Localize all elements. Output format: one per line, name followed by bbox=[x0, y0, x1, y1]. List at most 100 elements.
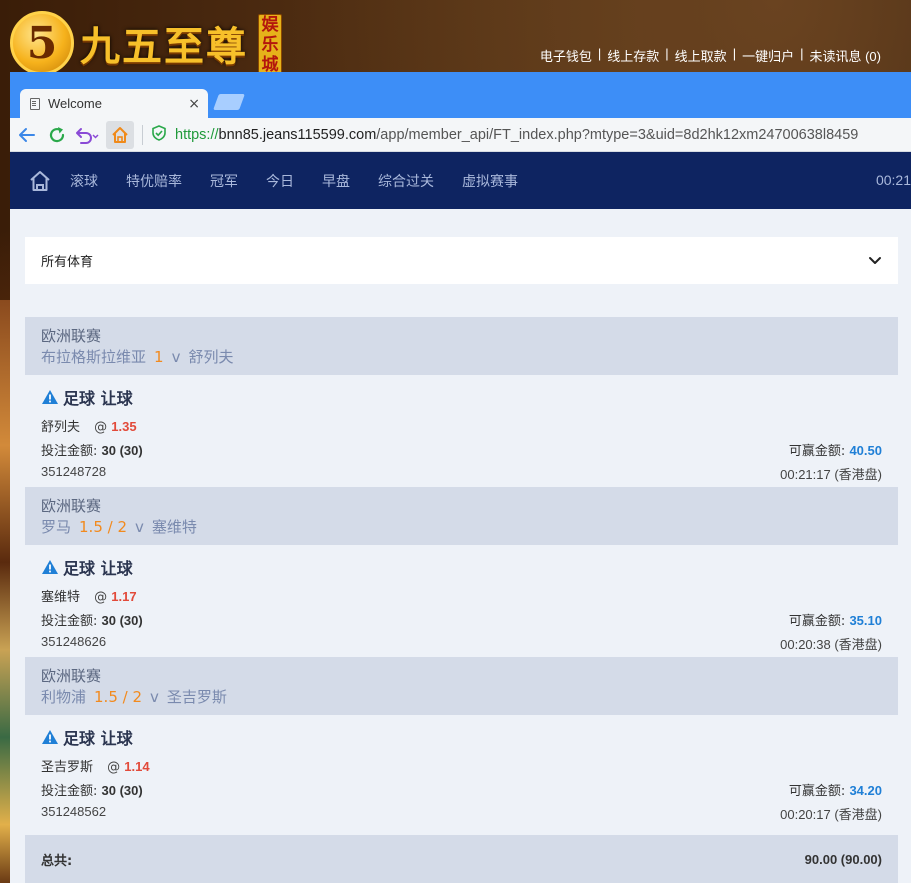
url-input[interactable]: https://bnn85.jeans115599.com/app/member… bbox=[175, 127, 911, 143]
bet-type: 足球 让球 bbox=[41, 555, 133, 579]
nav-item-enhanced-odds[interactable]: 特优赔率 bbox=[126, 171, 182, 191]
away-team: 圣吉罗斯 bbox=[166, 688, 227, 706]
side-banner-image bbox=[0, 300, 10, 883]
new-tab-button[interactable] bbox=[213, 94, 245, 110]
stake-line: 投注金额: 30 (30) bbox=[41, 440, 143, 459]
site-top-links: 电子钱包 | 线上存款 | 线上取款 | 一键归户 | 未读讯息 (0) bbox=[540, 46, 881, 65]
chevron-down-icon bbox=[869, 256, 881, 264]
stake-label: 投注金额: bbox=[41, 444, 98, 459]
stake-line: 投注金额: 30 (30) bbox=[41, 610, 143, 629]
stake-value: 30 (30) bbox=[101, 613, 143, 628]
link-e-wallet[interactable]: 电子钱包 bbox=[540, 46, 592, 65]
shield-check-icon[interactable] bbox=[151, 124, 167, 145]
nav-home-button[interactable] bbox=[10, 152, 70, 209]
close-icon[interactable]: × bbox=[188, 96, 200, 112]
match-line: 罗马 1.5 / 2 v 塞维特 bbox=[41, 516, 882, 538]
site-logo[interactable]: 5 九五至尊 娱乐城 bbox=[10, 10, 282, 76]
bet-type: 足球 让球 bbox=[41, 725, 133, 749]
pick-team: 塞维特 bbox=[41, 590, 81, 605]
at-sign: @ bbox=[94, 590, 108, 605]
bet-time: 00:20:38 (香港盘) bbox=[780, 637, 882, 652]
back-button[interactable] bbox=[14, 122, 40, 148]
ticket-id: 351248626 bbox=[41, 634, 107, 649]
nav-item-parlay[interactable]: 综合过关 bbox=[378, 171, 434, 191]
handicap: 1.5 / 2 bbox=[94, 688, 143, 706]
bet-type-label: 足球 让球 bbox=[63, 389, 133, 408]
league-name: 欧洲联赛 bbox=[41, 667, 102, 685]
versus: v bbox=[171, 348, 181, 366]
versus: v bbox=[135, 518, 144, 536]
clock: 00:21 bbox=[875, 172, 911, 188]
bet-details: 足球 让球 舒列夫 @ 1.35 投注金额: 30 (30) 351248728… bbox=[25, 375, 898, 487]
browser-window: Welcome × https://bnn85.jeans115599.com/… bbox=[10, 72, 911, 883]
nav-item-early[interactable]: 早盘 bbox=[322, 171, 350, 191]
link-unread-messages[interactable]: 未读讯息 (0) bbox=[809, 46, 881, 65]
address-bar: https://bnn85.jeans115599.com/app/member… bbox=[10, 118, 911, 152]
logo-text: 九五至尊 bbox=[80, 23, 248, 70]
total-bar: 总共: 90.00 (90.00) bbox=[25, 835, 898, 883]
pick-line: 舒列夫 @ 1.35 bbox=[41, 416, 137, 435]
nav-item-virtual[interactable]: 虚拟赛事 bbox=[462, 171, 518, 191]
link-one-click-transfer[interactable]: 一键归户 bbox=[742, 46, 794, 65]
sport-select[interactable]: 所有体育 bbox=[25, 237, 898, 284]
away-team: 塞维特 bbox=[151, 518, 197, 536]
total-label: 总共: bbox=[41, 853, 73, 869]
warning-icon bbox=[42, 730, 58, 744]
home-team: 罗马 bbox=[41, 518, 72, 536]
bet-match-header: 欧洲联赛 利物浦 1.5 / 2 v 圣吉罗斯 bbox=[25, 657, 898, 715]
sport-select-value: 所有体育 bbox=[41, 255, 94, 270]
reload-button[interactable] bbox=[44, 122, 70, 148]
win-label: 可赢金额: bbox=[788, 444, 846, 459]
undo-icon bbox=[76, 127, 99, 144]
nav-item-inplay[interactable]: 滚球 bbox=[70, 171, 98, 191]
main-nav: 滚球 特优赔率 冠军 今日 早盘 综合过关 虚拟赛事 00:21 bbox=[10, 152, 911, 209]
separator: | bbox=[597, 46, 602, 61]
handicap: 1.5 / 2 bbox=[79, 518, 128, 536]
bet-match-header: 欧洲联赛 布拉格斯拉维亚 1 v 舒列夫 bbox=[25, 317, 898, 375]
pick-team: 舒列夫 bbox=[41, 420, 81, 435]
nav-item-today[interactable]: 今日 bbox=[266, 171, 294, 191]
warning-icon bbox=[42, 560, 58, 574]
handicap: 1 bbox=[154, 348, 164, 366]
away-team: 舒列夫 bbox=[188, 348, 234, 366]
back-arrow-icon bbox=[19, 127, 35, 142]
bet-time: 00:20:17 (香港盘) bbox=[780, 807, 882, 822]
nav-item-outrights[interactable]: 冠军 bbox=[210, 171, 238, 191]
versus: v bbox=[150, 688, 159, 706]
stake-label: 投注金额: bbox=[41, 614, 98, 629]
home-button[interactable] bbox=[106, 120, 134, 149]
reload-icon bbox=[49, 126, 65, 142]
match-line: 利物浦 1.5 / 2 v 圣吉罗斯 bbox=[41, 686, 882, 708]
total-value: 90.00 (90.00) bbox=[804, 851, 882, 867]
bet-type-label: 足球 让球 bbox=[63, 729, 133, 748]
odds-value: 1.35 bbox=[111, 419, 137, 434]
match-line: 布拉格斯拉维亚 1 v 舒列夫 bbox=[41, 346, 882, 368]
tab-title: Welcome bbox=[48, 96, 102, 111]
bet-details: 足球 让球 塞维特 @ 1.17 投注金额: 30 (30) 351248626… bbox=[25, 545, 898, 657]
bet-slip-item: 欧洲联赛 罗马 1.5 / 2 v 塞维特 足球 让球 塞维特 @ 1.17 投注金额… bbox=[25, 487, 898, 657]
url-path: /app/member_api/FT_index.php?mtype=3&uid… bbox=[376, 126, 859, 143]
page-icon bbox=[30, 97, 40, 110]
ticket-id: 351248728 bbox=[41, 464, 107, 479]
pick-team: 圣吉罗斯 bbox=[41, 760, 94, 775]
link-online-withdraw[interactable]: 线上取款 bbox=[675, 46, 727, 65]
at-sign: @ bbox=[107, 760, 121, 775]
bet-slip-item: 欧洲联赛 布拉格斯拉维亚 1 v 舒列夫 足球 让球 舒列夫 @ 1.35 投注金额:… bbox=[25, 317, 898, 487]
win-line: 可赢金额: 35.10 bbox=[789, 610, 882, 629]
undo-button[interactable] bbox=[74, 122, 100, 148]
home-team: 利物浦 bbox=[41, 688, 87, 706]
warning-icon bbox=[42, 390, 58, 404]
separator: | bbox=[732, 46, 737, 61]
bet-details: 足球 让球 圣吉罗斯 @ 1.14 投注金额: 30 (30) 35124856… bbox=[25, 715, 898, 827]
tab-welcome[interactable]: Welcome × bbox=[20, 89, 208, 118]
link-online-deposit[interactable]: 线上存款 bbox=[607, 46, 659, 65]
bet-time: 00:21:17 (香港盘) bbox=[780, 467, 882, 482]
stake-label: 投注金额: bbox=[41, 784, 98, 799]
league-name: 欧洲联赛 bbox=[41, 327, 102, 345]
bet-type-label: 足球 让球 bbox=[63, 559, 133, 578]
bet-slip-item: 欧洲联赛 利物浦 1.5 / 2 v 圣吉罗斯 足球 让球 圣吉罗斯 @ 1.14 投… bbox=[25, 657, 898, 827]
logo-emblem: 5 bbox=[10, 11, 74, 75]
win-line: 可赢金额: 34.20 bbox=[789, 780, 882, 799]
pick-line: 圣吉罗斯 @ 1.14 bbox=[41, 756, 150, 775]
odds-value: 1.17 bbox=[111, 589, 137, 604]
